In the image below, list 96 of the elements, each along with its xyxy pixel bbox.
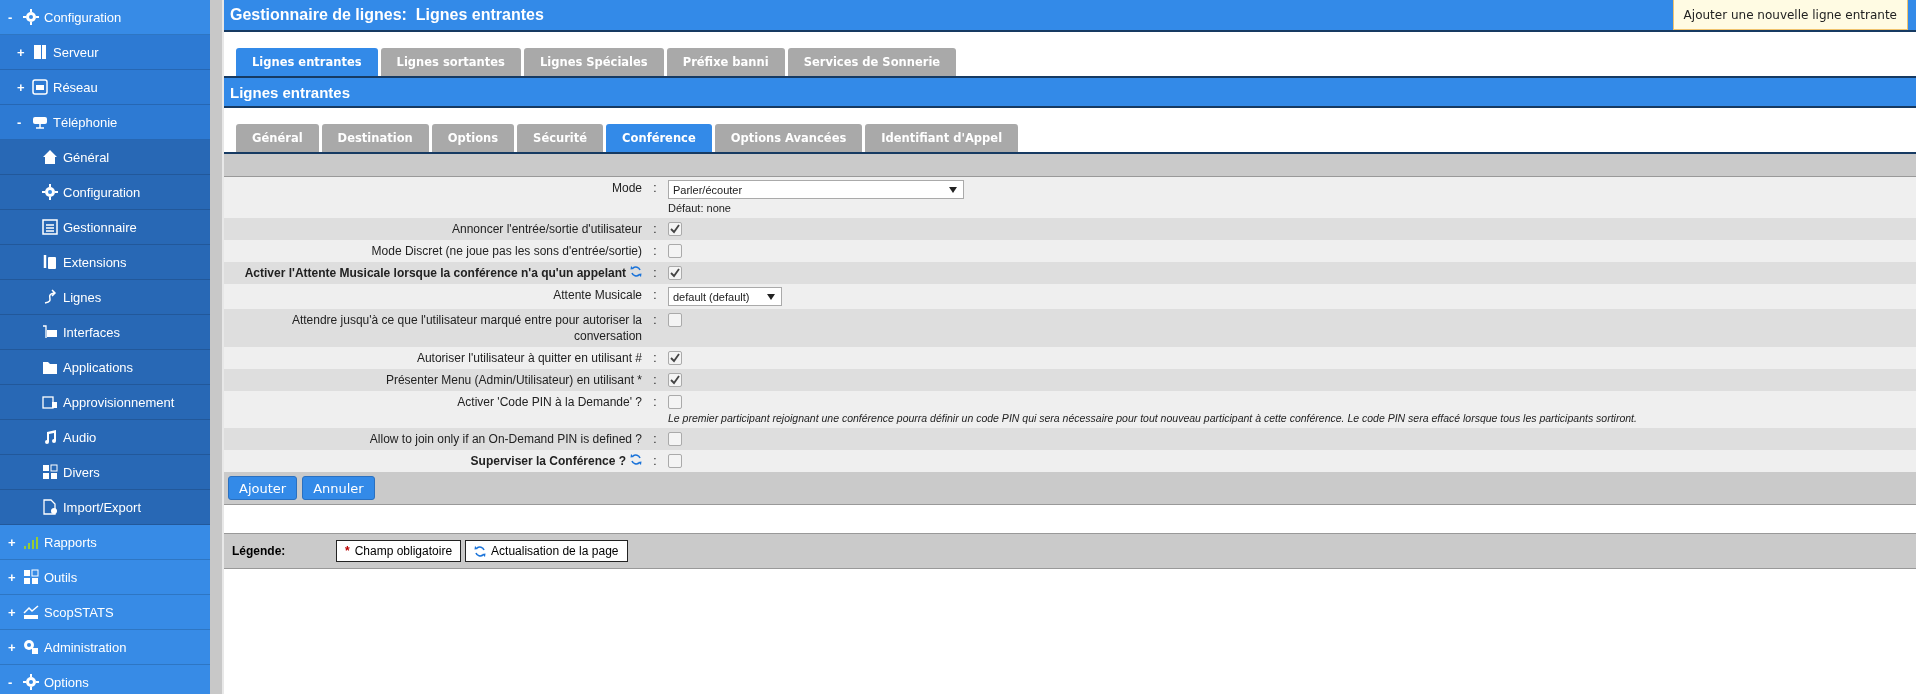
asterisk: * [345,544,350,558]
tab[interactable]: Services de Sonnerie [787,48,957,76]
legend-text: Champ obligatoire [354,544,453,558]
house-icon [42,149,58,165]
checkbox[interactable] [668,244,682,258]
sidebar-item[interactable]: Audio [0,420,210,455]
checkbox[interactable] [668,222,682,236]
separator: : [652,350,658,366]
separator: : [652,394,658,410]
bar-chart-icon [23,534,39,550]
sidebar-item[interactable]: Lignes [0,280,210,315]
field-label: Superviser la Conférence ? [470,453,626,469]
separator: : [652,265,658,281]
server-icon [32,44,48,60]
tab[interactable]: Conférence [606,124,712,152]
checkbox[interactable] [668,395,682,409]
tab[interactable]: Général [236,124,319,152]
field-label: Allow to join only if an On-Demand PIN is defined ? [369,431,642,447]
desk-phone-icon [42,254,58,270]
gear-icon [42,184,58,200]
sidebar-item[interactable]: Configuration [0,175,210,210]
checkbox[interactable] [668,454,682,468]
separator: : [652,372,658,388]
line-chart-icon [23,604,39,620]
separator: : [652,431,658,447]
grid-icon [23,569,39,585]
separator: : [652,180,658,196]
checkbox[interactable] [668,373,682,387]
separator: : [652,221,658,237]
field-label: Attendre jusqu'à ce que l'utilisateur marqué entre pour autoriser la conversation [290,312,642,344]
separator: : [652,453,658,469]
folder-icon [42,359,58,375]
tab[interactable]: Identifiant d'Appel [865,124,1019,152]
page-title: Gestionnaire de lignes: Lignes entrantes [230,6,544,24]
gears-icon [23,639,39,655]
field-label: Mode [611,180,642,196]
separator: : [652,243,658,259]
file-icon [42,499,58,515]
checkbox[interactable] [668,432,682,446]
sidebar-item[interactable]: Gestionnaire [0,210,210,245]
gear-icon [23,674,39,690]
section-title: Lignes entrantes [230,83,351,101]
form-button[interactable]: Ajouter [228,476,298,500]
list-icon [42,219,58,235]
checkbox[interactable] [668,313,682,327]
devices-icon [42,394,58,410]
field-label: Activer l'Attente Musicale lorsque la conférence n'a qu'un appelant [244,265,626,281]
dropdown-arrow-icon [767,293,775,300]
legend-text: Actualisation de la page [491,544,619,558]
separator: : [652,312,658,328]
gear-icon [23,9,39,25]
sidebar-item[interactable]: - Téléphonie [0,105,210,140]
sidebar-item[interactable]: Applications [0,350,210,385]
route-arrow-icon [42,289,58,305]
sidebar-item[interactable]: Général [0,140,210,175]
refresh-icon [630,453,642,466]
tab[interactable]: Sécurité [517,124,604,152]
sidebar-item[interactable]: + Réseau [0,70,210,105]
tab[interactable]: Lignes sortantes [380,48,521,76]
tab[interactable]: Préfixe banni [666,48,785,76]
sidebar-item[interactable]: Extensions [0,245,210,280]
sidebar-item[interactable]: Approvisionnement [0,385,210,420]
legend-title: Légende: [232,544,287,558]
tab[interactable]: Lignes entrantes [236,48,378,76]
dropdown-arrow-icon [949,186,957,193]
tab[interactable]: Destination [321,124,429,152]
sidebar-item[interactable]: Interfaces [0,315,210,350]
phone-icon [32,114,48,130]
field-label: Activer 'Code PIN à la Demande' ? [457,394,642,410]
field-label: Attente Musicale [553,287,642,303]
tab[interactable]: Options Avancées [714,124,863,152]
select-field[interactable]: Parler/écouter [668,180,964,199]
grid-icon [42,464,58,480]
add-line-button[interactable]: Ajouter une nouvelle ligne entrante [1672,0,1908,30]
checkbox[interactable] [668,351,682,365]
help-note: Le premier participant rejoignant une conférence pourra définir un code PIN qui sera nécessaire pour tout nouveau participant à cette conférence. Le code PIN sera effacé lorsque tous les participants sortiront. [668,411,1638,425]
music-note-icon [42,429,58,445]
select-field[interactable]: default (default) [668,287,782,306]
sidebar-item[interactable]: Import/Export [0,490,210,525]
field-label: Mode Discret (ne joue pas les sons d'entrée/sortie) [371,243,642,259]
form-button[interactable]: Annuler [302,476,375,500]
tab[interactable]: Options [431,124,515,152]
default-hint: Défaut: none [668,201,732,215]
network-icon [32,79,48,95]
tab[interactable]: Lignes Spéciales [523,48,664,76]
sidebar-item[interactable]: + Serveur [0,35,210,70]
field-label: Annoncer l'entrée/sortie d'utilisateur [451,221,642,237]
card-icon [42,324,58,340]
refresh-icon [630,265,642,278]
separator: : [652,287,658,303]
sidebar-item[interactable]: Divers [0,455,210,490]
refresh-icon [474,544,487,558]
scrollbar[interactable] [210,0,224,694]
checkbox[interactable] [668,266,682,280]
field-label: Autoriser l'utilisateur à quitter en utilisant # [416,350,642,366]
field-label: Présenter Menu (Admin/Utilisateur) en utilisant * [385,372,642,388]
